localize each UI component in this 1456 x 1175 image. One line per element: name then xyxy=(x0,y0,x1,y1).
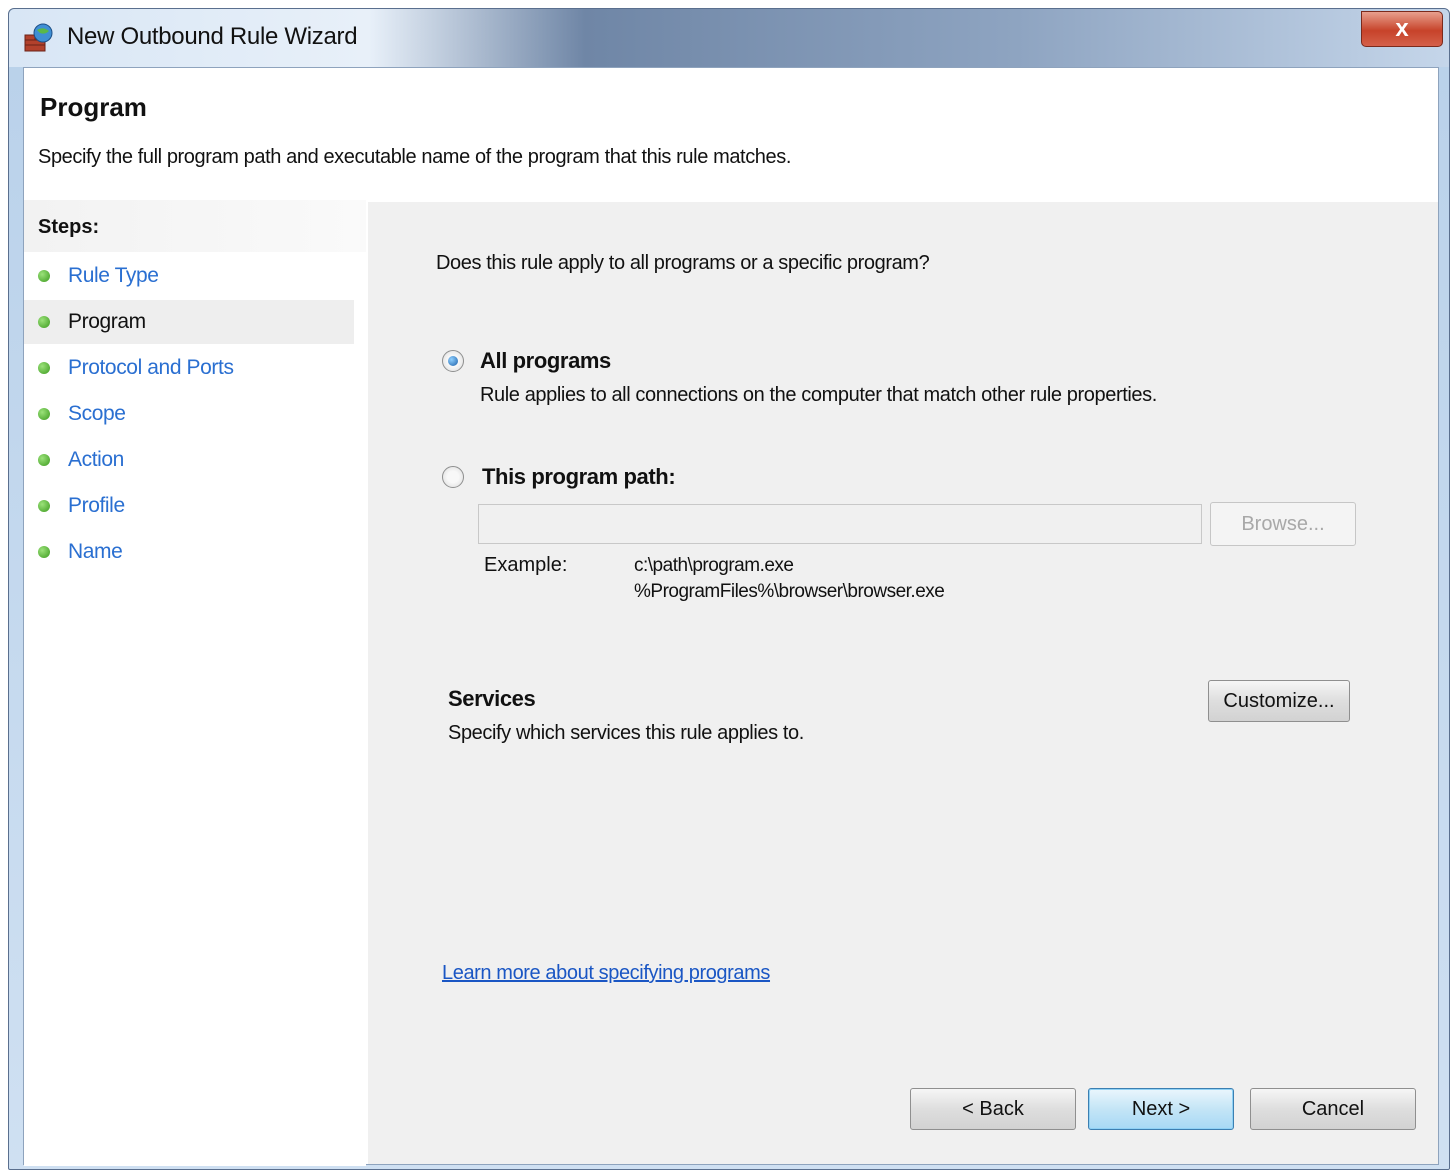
example-label: Example: xyxy=(484,554,568,576)
all-programs-description: Rule applies to all connections on the c… xyxy=(480,384,1157,406)
steps-heading: Steps: xyxy=(38,216,100,238)
step-label: Program xyxy=(68,310,146,333)
step-scope[interactable]: Scope xyxy=(24,392,354,436)
step-label: Protocol and Ports xyxy=(68,356,234,379)
example-path-2: %ProgramFiles%\browser\browser.exe xyxy=(634,581,945,602)
example-path-1: c:\path\program.exe xyxy=(634,555,794,576)
window-title: New Outbound Rule Wizard xyxy=(67,23,358,50)
steps-sidebar: Steps: Rule Type Program Protocol and Po… xyxy=(24,200,366,1166)
page-title: Program xyxy=(40,92,147,122)
main-content: Does this rule apply to all programs or … xyxy=(368,202,1438,1164)
page-header: Program Specify the full program path an… xyxy=(24,68,1438,198)
learn-more-link[interactable]: Learn more about specifying programs xyxy=(442,962,770,985)
this-program-path-radio[interactable] xyxy=(442,466,464,488)
step-status-dot-icon xyxy=(38,270,50,282)
page-description: Specify the full program path and execut… xyxy=(38,146,792,168)
this-program-path-label[interactable]: This program path: xyxy=(482,464,676,490)
browse-button[interactable]: Browse... xyxy=(1210,502,1356,546)
program-path-input[interactable] xyxy=(478,504,1202,544)
scope-question: Does this rule apply to all programs or … xyxy=(436,252,930,274)
step-protocol-and-ports[interactable]: Protocol and Ports xyxy=(24,346,354,390)
step-profile[interactable]: Profile xyxy=(24,484,354,528)
step-label: Action xyxy=(68,448,124,471)
step-status-dot-icon xyxy=(38,362,50,374)
services-heading: Services xyxy=(448,686,536,711)
back-button[interactable]: < Back xyxy=(910,1088,1076,1130)
step-rule-type[interactable]: Rule Type xyxy=(24,254,354,298)
step-label: Rule Type xyxy=(68,264,159,287)
all-programs-radio[interactable] xyxy=(442,350,464,372)
firewall-icon xyxy=(24,23,53,52)
wizard-client-area: Program Specify the full program path an… xyxy=(23,67,1439,1166)
title-bar[interactable]: New Outbound Rule Wizard x xyxy=(9,9,1449,67)
step-status-dot-icon xyxy=(38,316,50,328)
all-programs-label[interactable]: All programs xyxy=(480,348,611,374)
step-label: Scope xyxy=(68,402,126,425)
customize-button[interactable]: Customize... xyxy=(1208,680,1350,722)
step-action[interactable]: Action xyxy=(24,438,354,482)
step-status-dot-icon xyxy=(38,500,50,512)
cancel-button[interactable]: Cancel xyxy=(1250,1088,1416,1130)
step-label: Profile xyxy=(68,494,125,517)
step-status-dot-icon xyxy=(38,454,50,466)
next-button[interactable]: Next > xyxy=(1088,1088,1234,1130)
step-status-dot-icon xyxy=(38,546,50,558)
step-program: Program xyxy=(24,300,354,344)
services-description: Specify which services this rule applies… xyxy=(448,722,804,744)
step-name[interactable]: Name xyxy=(24,530,354,574)
wizard-window: New Outbound Rule Wizard x Program Speci… xyxy=(8,8,1450,1170)
step-label: Name xyxy=(68,540,123,563)
close-button[interactable]: x xyxy=(1361,11,1443,47)
step-status-dot-icon xyxy=(38,408,50,420)
